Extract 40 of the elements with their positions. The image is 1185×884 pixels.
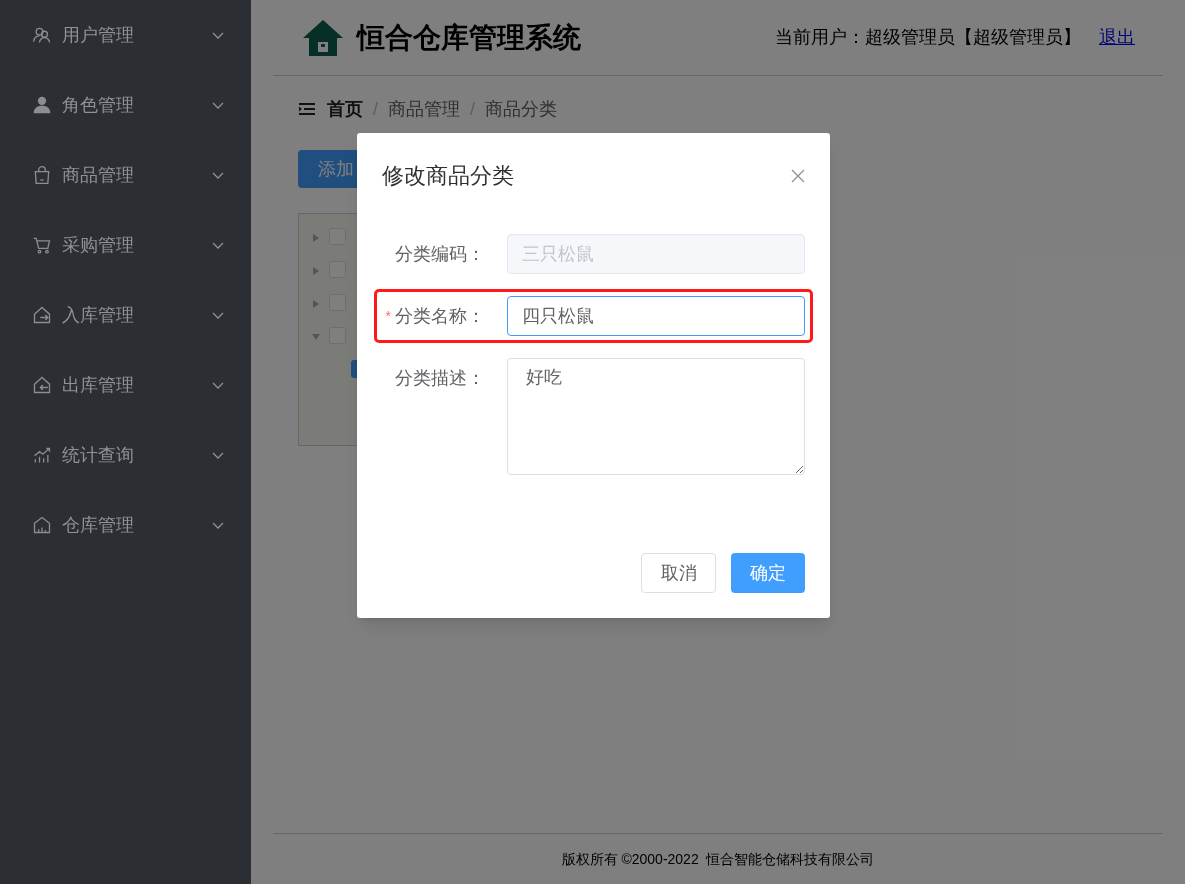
- breadcrumb-link[interactable]: 首页: [327, 95, 363, 123]
- chart-icon: [32, 445, 52, 465]
- cancel-button[interactable]: 取消: [641, 553, 716, 593]
- person-icon: [32, 95, 52, 115]
- current-user: 当前用户：超级管理员【超级管理员】: [775, 26, 1081, 49]
- field-label: 分类编码：: [395, 242, 485, 266]
- close-icon[interactable]: [791, 168, 805, 183]
- users-icon: [32, 25, 52, 45]
- house-arrow-icon: [32, 375, 52, 395]
- expand-triangle-icon[interactable]: [311, 266, 321, 276]
- breadcrumb-separator: /: [373, 97, 378, 121]
- house-arrow-icon: [32, 305, 52, 325]
- sidebar-item[interactable]: 仓库管理: [0, 490, 251, 560]
- warehouse-icon: [32, 515, 52, 535]
- sidebar-item[interactable]: 统计查询: [0, 420, 251, 490]
- input-field[interactable]: 四只松鼠: [507, 296, 805, 336]
- sidebar-item[interactable]: 采购管理: [0, 210, 251, 280]
- house-logo-icon: [301, 17, 345, 58]
- sidebar-item[interactable]: 角色管理: [0, 70, 251, 140]
- sidebar-item[interactable]: 出库管理: [0, 350, 251, 420]
- breadcrumb-link[interactable]: 商品分类: [485, 95, 558, 123]
- app-title: 恒合仓库管理系统: [357, 20, 581, 55]
- sidebar-item[interactable]: 商品管理: [0, 140, 251, 210]
- field-label: 分类名称：: [395, 304, 485, 328]
- cart-icon: [32, 235, 52, 255]
- sidebar-item[interactable]: 入库管理: [0, 280, 251, 350]
- expand-triangle-icon[interactable]: [311, 233, 321, 243]
- copyright-text: 版权所有 ©2000-2022 恒合智能仓储科技有限公司: [561, 849, 875, 869]
- expand-triangle-icon[interactable]: [311, 299, 321, 309]
- field-label: 分类描述：: [395, 366, 485, 390]
- breadcrumb-separator: /: [470, 97, 476, 121]
- expand-triangle-icon[interactable]: [311, 332, 321, 342]
- breadcrumb-link[interactable]: 商品管理: [388, 95, 460, 123]
- shopping-bag-icon: [32, 165, 52, 185]
- confirm-button[interactable]: 确定: [731, 553, 805, 593]
- description-field[interactable]: 好吃: [507, 358, 805, 475]
- required-mark: *: [385, 306, 391, 326]
- sidebar-item[interactable]: 用户管理: [0, 0, 251, 70]
- logout-link[interactable]: 退出: [1099, 24, 1135, 51]
- menu-fold-icon: [299, 102, 315, 116]
